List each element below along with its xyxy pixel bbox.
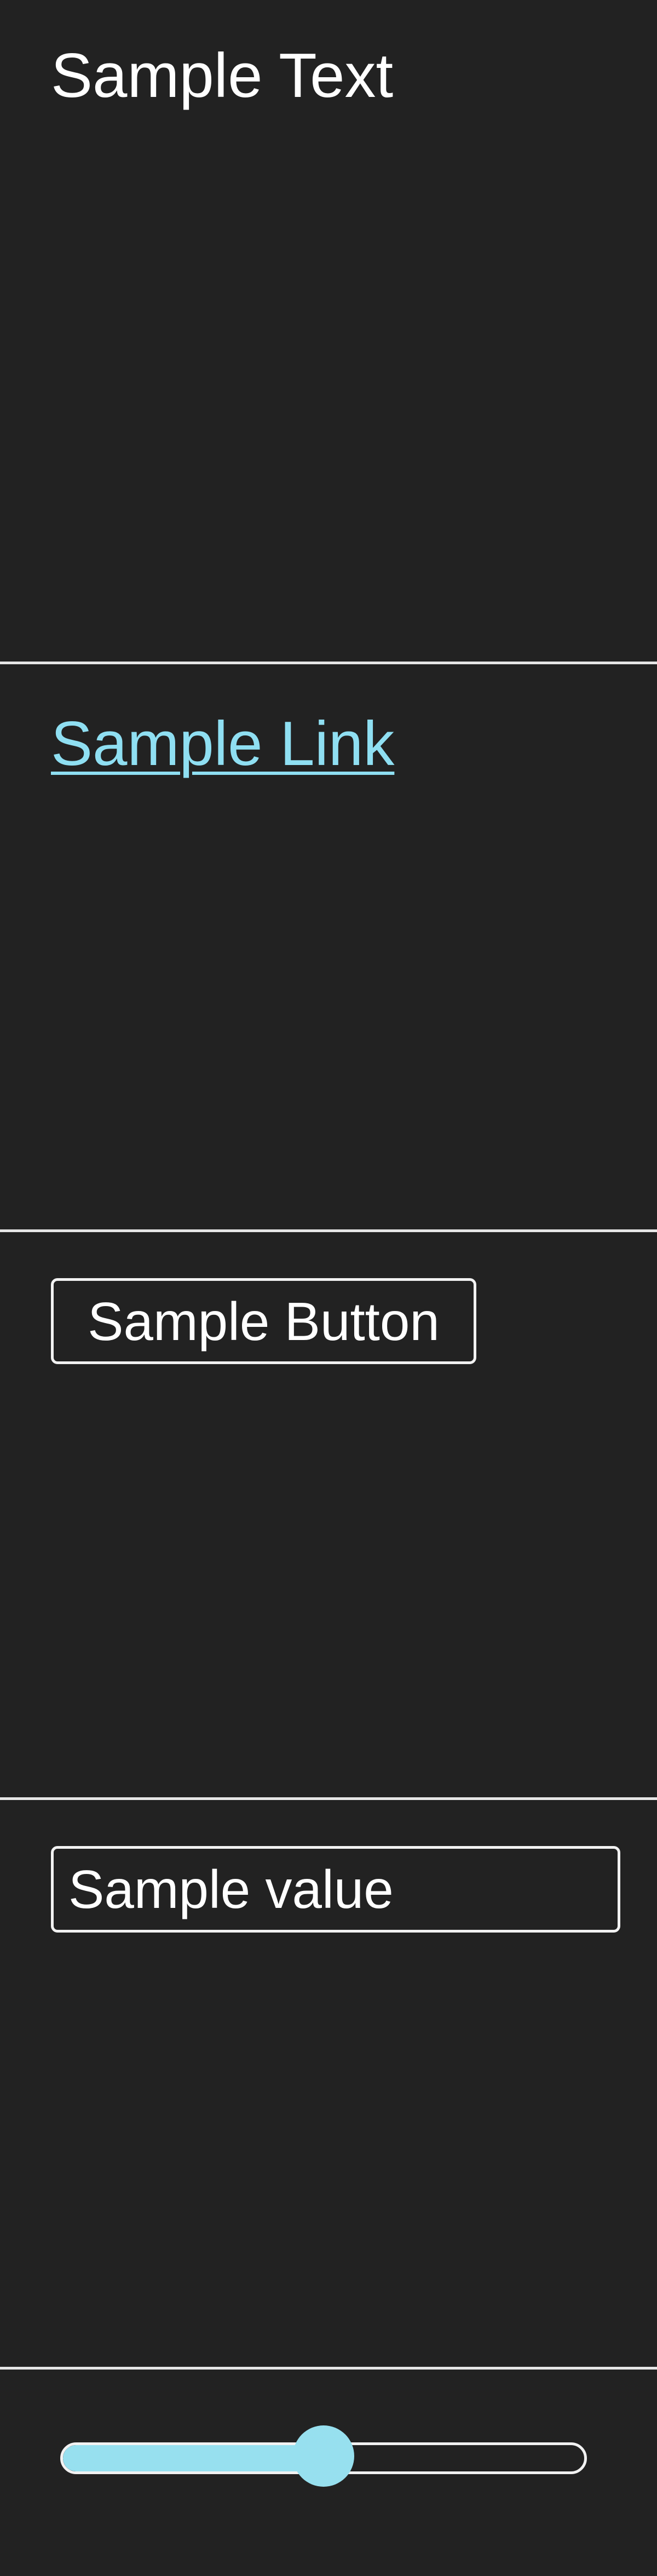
text-section: Sample Text (0, 0, 657, 662)
slider-section (0, 2370, 657, 2576)
sample-text: Sample Text (51, 41, 394, 111)
slider-fill (63, 2445, 326, 2471)
sample-link[interactable]: Sample Link (51, 713, 394, 775)
button-section: Sample Button (0, 1232, 657, 1797)
page: Sample Text Sample Link Sample Button (0, 0, 657, 2576)
range-slider[interactable] (60, 2424, 587, 2487)
link-section: Sample Link (0, 664, 657, 1229)
slider-thumb[interactable] (293, 2425, 354, 2487)
sample-input[interactable] (51, 1846, 620, 1933)
sample-button[interactable]: Sample Button (51, 1278, 476, 1364)
input-section (0, 1800, 657, 2367)
